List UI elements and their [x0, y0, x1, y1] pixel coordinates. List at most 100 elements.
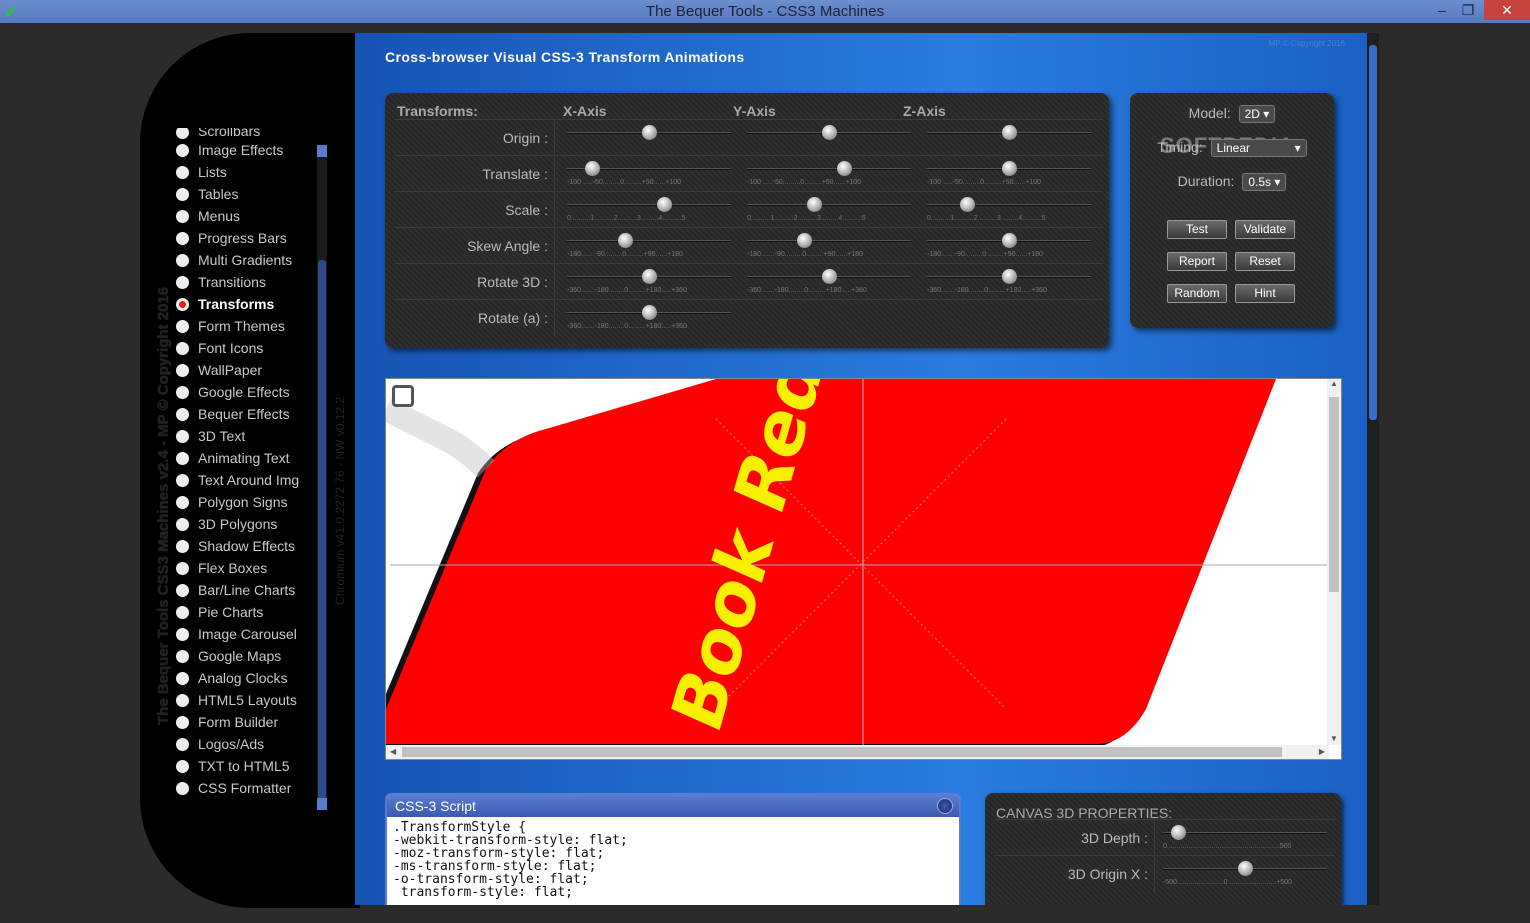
slider-track[interactable]: [747, 125, 911, 140]
report-button[interactable]: Report: [1167, 252, 1227, 271]
model-select[interactable]: 2D ▾: [1238, 105, 1276, 124]
sidebar-item-3d-text[interactable]: 3D Text: [176, 425, 316, 447]
slider-knob[interactable]: [822, 125, 837, 140]
slider-track[interactable]: [567, 125, 731, 140]
minimize-button[interactable]: –: [1430, 0, 1454, 20]
duration-select[interactable]: 0.5s ▾: [1242, 173, 1287, 192]
slider-knob[interactable]: [1002, 269, 1017, 284]
radio-icon: [176, 715, 189, 729]
sidebar-item-txt-to-html5[interactable]: TXT to HTML5: [176, 755, 316, 777]
slider-knob[interactable]: [1002, 161, 1017, 176]
sidebar-item-image-effects[interactable]: Image Effects: [176, 139, 316, 161]
sidebar-item-font-icons[interactable]: Font Icons: [176, 337, 316, 359]
sidebar-item-google-maps[interactable]: Google Maps: [176, 645, 316, 667]
sidebar-item-analog-clocks[interactable]: Analog Clocks: [176, 667, 316, 689]
sidebar-item-transitions[interactable]: Transitions: [176, 271, 316, 293]
slider-knob[interactable]: [837, 161, 852, 176]
scroll-up-arrow[interactable]: [317, 145, 327, 157]
slider-knob[interactable]: [1170, 825, 1186, 840]
sidebar-scrollbar[interactable]: [317, 145, 327, 810]
sidebar-item-multi-gradients[interactable]: Multi Gradients: [176, 249, 316, 271]
timing-select[interactable]: Linear ▾: [1210, 139, 1307, 158]
slider-track[interactable]: -500........................0...........…: [1163, 861, 1327, 886]
sidebar-item-transforms[interactable]: Transforms: [176, 293, 316, 315]
slider-knob[interactable]: [642, 269, 657, 284]
validate-button[interactable]: Validate: [1235, 220, 1295, 239]
slider-knob[interactable]: [960, 197, 975, 212]
random-button[interactable]: Random: [1167, 284, 1227, 303]
slider-track[interactable]: 0..........1..........2..........3......…: [927, 197, 1091, 222]
slider-knob[interactable]: [1002, 125, 1017, 140]
transform-row: Translate : -100 .....-50.........0......…: [395, 155, 1103, 192]
slider-track[interactable]: -180.......-90.........0.........+90....…: [747, 233, 911, 258]
sidebar-item-form-builder[interactable]: Form Builder: [176, 711, 316, 733]
scroll-up-arrow[interactable]: ▲: [1330, 379, 1338, 388]
sidebar-item-wallpaper[interactable]: WallPaper: [176, 359, 316, 381]
scroll-left-arrow[interactable]: ◀: [390, 747, 396, 756]
scroll-down-arrow[interactable]: [317, 798, 327, 810]
sidebar-item-form-themes[interactable]: Form Themes: [176, 315, 316, 337]
slider-knob[interactable]: [642, 125, 657, 140]
slider-track[interactable]: -360.......-180........0.........+180...…: [927, 269, 1091, 294]
sidebar-item-animating-text[interactable]: Animating Text: [176, 447, 316, 469]
restore-button[interactable]: ❐: [1456, 0, 1480, 20]
slider-knob[interactable]: [585, 161, 600, 176]
slider-knob[interactable]: [618, 233, 633, 248]
slider-track[interactable]: 0..........1..........2..........3......…: [567, 197, 731, 222]
slider-knob[interactable]: [657, 197, 672, 212]
sidebar-item-flex-boxes[interactable]: Flex Boxes: [176, 557, 316, 579]
slider-knob[interactable]: [1238, 861, 1253, 876]
sidebar-item-3d-polygons[interactable]: 3D Polygons: [176, 513, 316, 535]
sidebar-item-image-carousel[interactable]: Image Carousel: [176, 623, 316, 645]
script-code[interactable]: .TransformStyle { -webkit-transform-styl…: [387, 817, 959, 903]
sidebar-item-label: 3D Text: [198, 428, 246, 444]
copy-script-icon[interactable]: [937, 798, 953, 814]
preview-hscroll[interactable]: ◀ ▶: [386, 745, 1329, 759]
slider-track[interactable]: 0..........1..........2..........3......…: [747, 197, 911, 222]
slider-track[interactable]: -100 .....-50.........0.........+50.....…: [567, 161, 731, 186]
slider-track[interactable]: -360.......-180........0.........+180...…: [567, 305, 731, 330]
reset-button[interactable]: Reset: [1235, 252, 1295, 271]
slider-knob[interactable]: [796, 233, 812, 248]
slider-track[interactable]: [927, 125, 1091, 140]
sidebar-item-google-effects[interactable]: Google Effects: [176, 381, 316, 403]
slider-track[interactable]: -360.......-180........0.........+180...…: [567, 269, 731, 294]
sidebar-item-menus[interactable]: Menus: [176, 205, 316, 227]
main-scrollbar[interactable]: [1367, 33, 1379, 905]
slider-track[interactable]: -180.......-90.........0.........+90....…: [567, 233, 731, 258]
scroll-thumb[interactable]: [1369, 45, 1377, 420]
scroll-thumb[interactable]: [318, 260, 326, 800]
slider-track[interactable]: -100 .....-50.........0.........+50.....…: [747, 161, 911, 186]
slider-track[interactable]: -360.......-180........0.........+180...…: [747, 269, 911, 294]
sidebar-item-polygon-signs[interactable]: Polygon Signs: [176, 491, 316, 513]
sidebar-item-partial[interactable]: Scrollbars: [176, 128, 316, 139]
test-button[interactable]: Test: [1167, 220, 1227, 239]
slider-track[interactable]: -100 .....-50.........0.........+50.....…: [927, 161, 1091, 186]
sidebar-item-bar-line-charts[interactable]: Bar/Line Charts: [176, 579, 316, 601]
sidebar-item-logos-ads[interactable]: Logos/Ads: [176, 733, 316, 755]
sidebar-item-progress-bars[interactable]: Progress Bars: [176, 227, 316, 249]
slider-track[interactable]: -180.......-90.........0.........+90....…: [927, 233, 1091, 258]
hint-button[interactable]: Hint: [1235, 284, 1295, 303]
slider-knob[interactable]: [1002, 233, 1017, 248]
slider-track[interactable]: 0.......................................…: [1163, 825, 1327, 850]
preview-checkbox[interactable]: [392, 385, 414, 407]
preview-vscroll[interactable]: ▲ ▼: [1327, 379, 1341, 745]
row-label: Rotate 3D :: [395, 264, 555, 300]
scroll-down-arrow[interactable]: ▼: [1330, 734, 1338, 743]
scroll-thumb[interactable]: [402, 747, 1282, 757]
close-button[interactable]: ✕: [1484, 0, 1530, 20]
sidebar-item-bequer-effects[interactable]: Bequer Effects: [176, 403, 316, 425]
slider-knob[interactable]: [807, 197, 822, 212]
sidebar-item-shadow-effects[interactable]: Shadow Effects: [176, 535, 316, 557]
sidebar-item-lists[interactable]: Lists: [176, 161, 316, 183]
slider-knob[interactable]: [642, 305, 657, 320]
sidebar-item-css-formatter[interactable]: CSS Formatter: [176, 777, 316, 799]
slider-knob[interactable]: [822, 269, 837, 284]
sidebar-item-html5-layouts[interactable]: HTML5 Layouts: [176, 689, 316, 711]
scroll-right-arrow[interactable]: ▶: [1319, 747, 1325, 756]
sidebar-item-tables[interactable]: Tables: [176, 183, 316, 205]
sidebar-item-pie-charts[interactable]: Pie Charts: [176, 601, 316, 623]
sidebar-item-text-around-img[interactable]: Text Around Img: [176, 469, 316, 491]
scroll-thumb[interactable]: [1329, 397, 1339, 592]
